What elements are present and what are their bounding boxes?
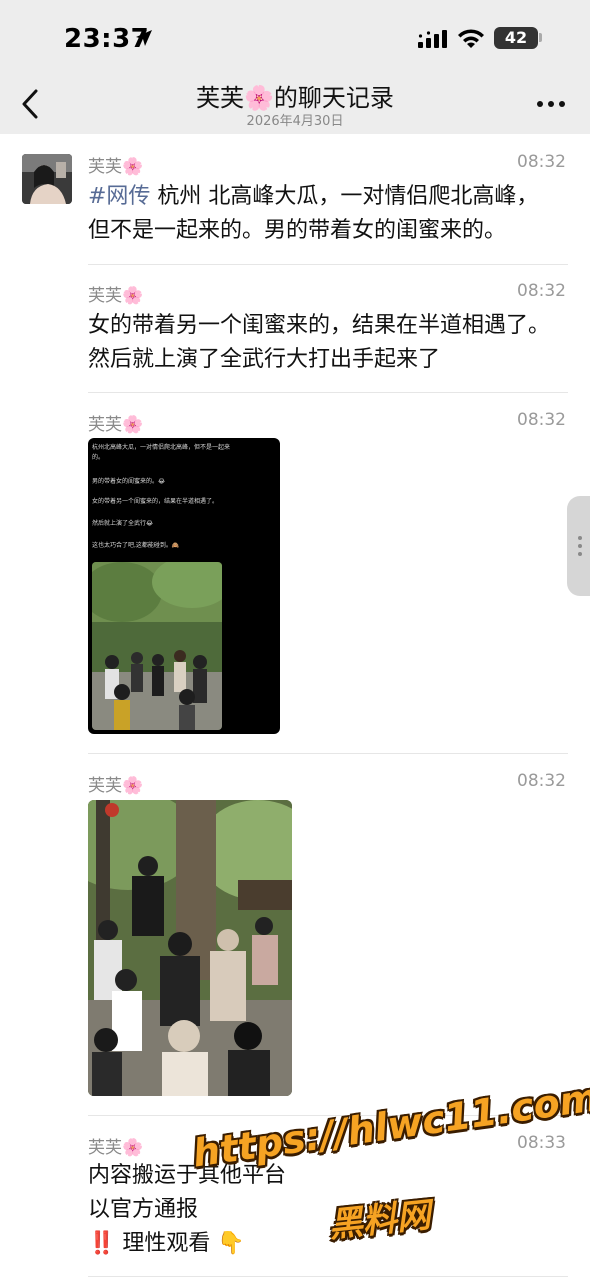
image-message-screenshot[interactable]: 杭州北高峰大瓜，一对情侣爬北高峰，但不是一起来 的。 男的带着女的闺蜜来的。😂 …: [88, 438, 280, 734]
message-time: 08:33: [517, 1133, 566, 1153]
message-item[interactable]: 芙芙🌸 08:32 女的带着另一个闺蜜来的，结果在半道相遇了。然后就上演了全武行…: [88, 281, 568, 381]
sender-name: 芙芙🌸: [88, 286, 144, 306]
wifi-icon: [458, 29, 484, 48]
page-title: 芙芙🌸的聊天记录: [196, 84, 394, 112]
image-text-line: 然后就上演了全武行😂: [92, 520, 154, 527]
message-text: 内容搬运于其他平台 以官方通报 ‼️ 理性观看 👇: [88, 1159, 558, 1261]
grip-dot: [578, 536, 582, 540]
crowd-photo: [92, 562, 222, 730]
status-bar: 23:37 42: [0, 0, 590, 74]
divider: [88, 753, 568, 754]
sender-name: 芙芙🌸: [88, 776, 144, 796]
message-line: ‼️ 理性观看 👇: [88, 1231, 245, 1256]
image-message-photo[interactable]: [88, 800, 292, 1096]
divider: [88, 264, 568, 265]
more-options-icon[interactable]: [536, 100, 566, 108]
location-arrow-icon: [136, 30, 152, 46]
image-text-line: 的。: [92, 454, 105, 461]
grip-dot: [578, 544, 582, 548]
image-text-line: 杭州北高峰大瓜，一对情侣爬北高峰，但不是一起来: [92, 444, 231, 451]
page-date: 2026年4月30日: [246, 114, 344, 129]
message-text: #网传 杭州 北高峰大瓜，一对情侣爬北高峰，但不是一起来的。男的带着女的闺蜜来的…: [88, 180, 558, 248]
battery-cap: [539, 33, 542, 42]
divider: [88, 1276, 568, 1277]
message-body: 杭州 北高峰大瓜，一对情侣爬北高峰，但不是一起来的。男的带着女的闺蜜来的。: [88, 184, 539, 243]
message-text: 女的带着另一个闺蜜来的，结果在半道相遇了。然后就上演了全武行大打出手起来了: [88, 313, 551, 372]
message-line: 以官方通报: [88, 1197, 199, 1222]
message-line: 内容搬运于其他平台: [88, 1163, 287, 1188]
message-item[interactable]: 芙芙🌸 08:32 #网传 杭州 北高峰大瓜，一对情侣爬北高峰，但不是一起来的。…: [88, 152, 568, 252]
message-time: 08:32: [517, 152, 566, 172]
message-time: 08:32: [517, 410, 566, 430]
message-time: 08:32: [517, 771, 566, 791]
avatar[interactable]: [22, 154, 72, 204]
message-time: 08:32: [517, 281, 566, 301]
sender-name: 芙芙🌸: [88, 1138, 144, 1158]
nav-bar: 芙芙🌸的聊天记录 2026年4月30日: [0, 74, 590, 134]
image-text-line: 女的带着另一个闺蜜来的，结果在半道相遇了。: [92, 498, 219, 505]
sender-name: 芙芙🌸: [88, 415, 144, 435]
sender-name: 芙芙🌸: [88, 157, 144, 177]
battery-icon: 42: [494, 27, 538, 49]
image-text-line: 男的带着女的闺蜜来的。😂: [92, 478, 166, 485]
message-item[interactable]: 芙芙🌸 08:32: [88, 771, 568, 801]
hashtag-link[interactable]: #网传: [88, 184, 150, 209]
grip-dot: [578, 552, 582, 556]
divider: [88, 392, 568, 393]
cellular-signal-icon: [418, 30, 447, 48]
image-text-line: 这也太巧合了吧,这都能碰到。🙈: [92, 542, 180, 549]
message-item[interactable]: 芙芙🌸 08:32: [88, 410, 568, 440]
